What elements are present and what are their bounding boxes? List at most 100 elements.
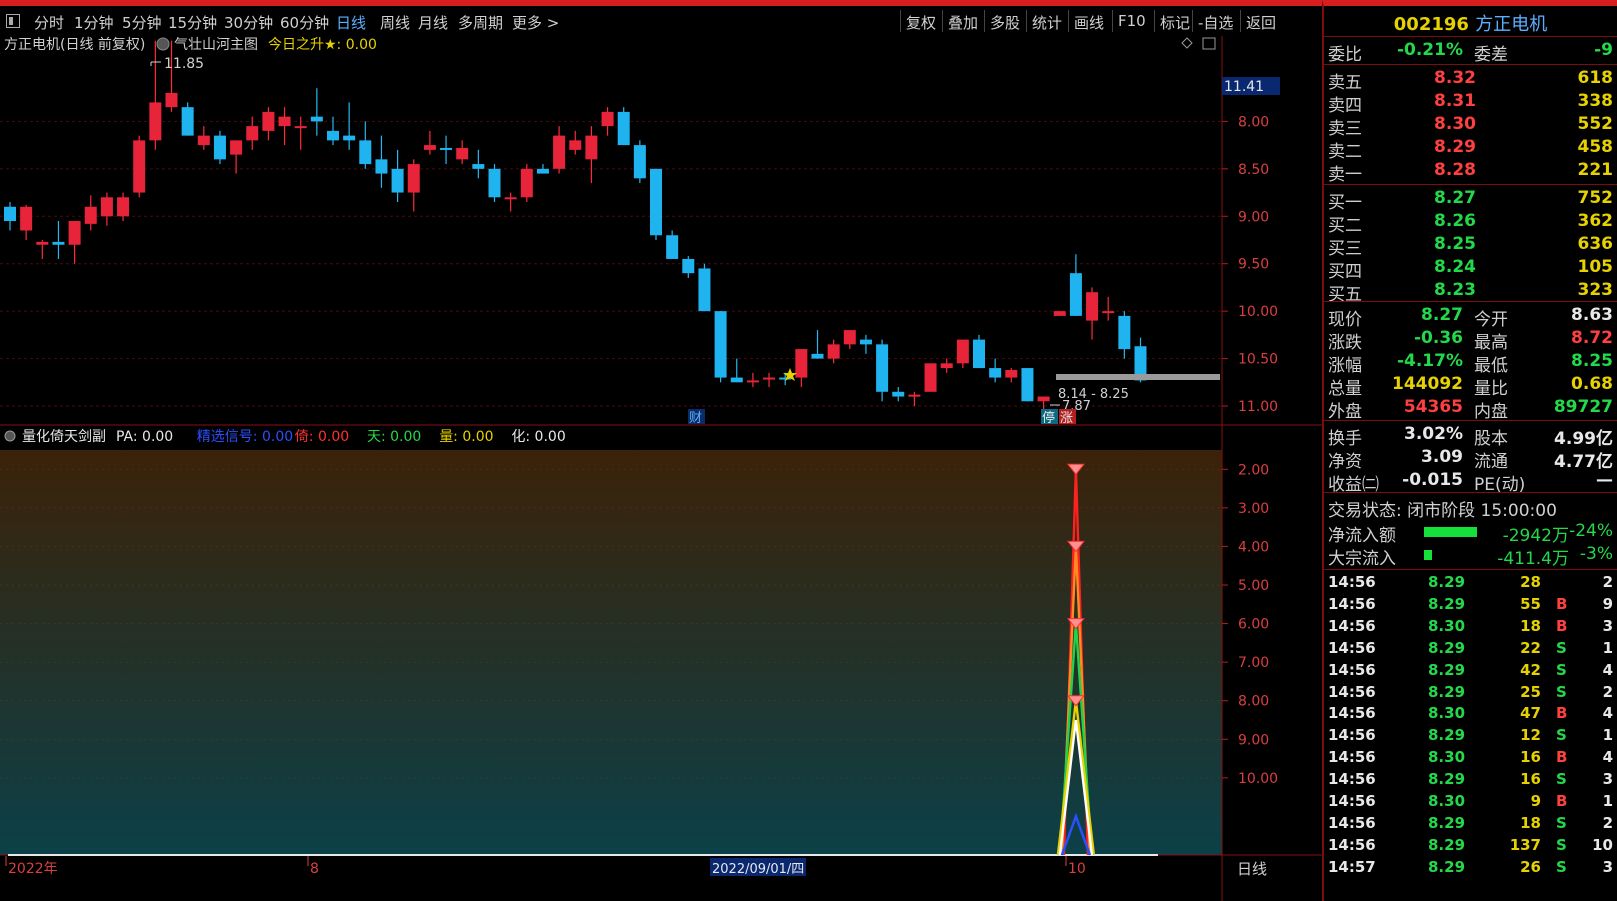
candle-body — [246, 126, 259, 141]
bid-price: 8.26 — [1434, 211, 1476, 231]
trade-status-text: 交易状态: 闭市阶段 15:00:00 — [1328, 501, 1557, 521]
candle-body — [230, 140, 243, 155]
stats-value: 4.99亿 — [1554, 429, 1613, 449]
tick-row: 14:56 8.29 55 B 9 — [1328, 595, 1613, 617]
tick-row: 14:56 8.30 9 B 1 — [1328, 792, 1613, 814]
stats-value: — — [1596, 470, 1613, 490]
sub-value-2: 倚: 0.00 — [295, 429, 349, 445]
period-tab-5[interactable]: 60分钟 — [280, 12, 329, 33]
date-label: 2022年 — [8, 861, 58, 877]
layout-toggle-icon[interactable] — [6, 14, 20, 28]
quote-value: -4.17% — [1396, 351, 1463, 371]
tick-time: 14:56 — [1328, 704, 1376, 723]
period-tab-9[interactable]: 多周期 — [458, 12, 503, 33]
quote-value: 8.63 — [1571, 305, 1613, 325]
candle-body — [1037, 396, 1050, 402]
candle-body — [1102, 311, 1115, 314]
tool-button-8[interactable]: 返回 — [1246, 12, 1276, 33]
ask-price: 8.31 — [1434, 91, 1476, 111]
sub-indicator-name[interactable]: 量化倚天剑副 — [22, 429, 106, 445]
quote-value: -0.36 — [1414, 328, 1463, 348]
candle-body — [795, 349, 808, 378]
quote-label: 内盘 — [1474, 402, 1508, 422]
ask-row: 卖二 8.29 458 — [1328, 137, 1613, 162]
period-tab-8[interactable]: 月线 — [418, 12, 448, 33]
tool-button-5[interactable]: F10 — [1118, 12, 1146, 30]
period-tab-1[interactable]: 1分钟 — [74, 12, 114, 33]
indicator-name[interactable]: 气壮山河主图 — [174, 37, 258, 53]
price-tick-label: 10.50 — [1238, 352, 1278, 368]
stats-row: 收益㈡ -0.015 PE(动) — — [1328, 470, 1613, 495]
tick-volume: 42 — [1520, 660, 1541, 679]
tick-side: S — [1556, 813, 1567, 832]
tool-button-0[interactable]: 复权 — [906, 12, 936, 33]
divider — [1324, 420, 1617, 421]
indicator-toggle-icon[interactable] — [156, 37, 170, 51]
period-tab-10[interactable]: 更多 > — [512, 12, 559, 33]
period-tab-4[interactable]: 30分钟 — [224, 12, 273, 33]
bid-volume: 323 — [1577, 280, 1614, 300]
sub-tick-label: 7.00 — [1238, 655, 1269, 671]
stats-value: 3.02% — [1404, 424, 1463, 444]
ask-volume: 221 — [1577, 160, 1614, 180]
period-tab-3[interactable]: 15分钟 — [168, 12, 217, 33]
candle-body — [262, 111, 275, 131]
candle-body — [536, 168, 549, 174]
tick-count: 10 — [1592, 835, 1613, 854]
candle-body — [133, 140, 146, 193]
ask-price: 8.29 — [1434, 137, 1476, 157]
candle-body — [714, 311, 727, 378]
stock-name: 方正电机 — [1475, 14, 1548, 35]
quote-label: 涨幅 — [1328, 356, 1362, 376]
price-tick-label: 8.00 — [1238, 114, 1269, 130]
candle-body — [456, 147, 469, 160]
candle-body — [36, 241, 49, 245]
candle-body — [359, 140, 372, 165]
period-tab-0[interactable]: 分时 — [34, 12, 64, 33]
ask-row: 卖一 8.28 221 — [1328, 160, 1614, 185]
sub-tick-label: 5.00 — [1238, 578, 1269, 594]
tick-count: 4 — [1602, 704, 1613, 723]
tick-side: B — [1556, 704, 1568, 723]
ting-label: 停 — [1042, 410, 1055, 426]
candle-body — [1053, 311, 1066, 316]
tick-count: 4 — [1602, 748, 1613, 767]
tool-button-3[interactable]: 统计 — [1032, 12, 1062, 33]
flow-row: 大宗流入 -411.4万 -3% — [1328, 544, 1613, 569]
sub-tick-label: 9.00 — [1238, 732, 1269, 748]
tick-time: 14:56 — [1328, 770, 1376, 789]
chart-area[interactable]: 方正电机(日线 前复权) 气壮山河主图 今日之升★: 0.00 11.85 8.… — [0, 36, 1322, 901]
candle-body — [876, 344, 889, 392]
candle-body — [1118, 315, 1131, 350]
tool-button-2[interactable]: 多股 — [990, 12, 1020, 33]
ask-label: 卖四 — [1328, 96, 1362, 116]
candle-body — [504, 197, 517, 200]
period-tab-6[interactable]: 日线 — [336, 12, 366, 33]
sub-value-3: 天: 0.00 — [367, 429, 421, 445]
tick-price: 8.29 — [1428, 726, 1466, 745]
tool-button-1[interactable]: 叠加 — [948, 12, 978, 33]
candle-body — [956, 339, 969, 364]
tool-button-6[interactable]: 标记 — [1160, 12, 1190, 33]
tick-price: 8.30 — [1428, 792, 1466, 810]
quote-row: 涨幅 -4.17% 最低 8.25 — [1328, 351, 1613, 376]
candle-body — [213, 135, 226, 160]
tool-button-4[interactable]: 画线 — [1074, 12, 1104, 33]
period-tab-7[interactable]: 周线 — [380, 12, 410, 33]
tick-side: B — [1556, 792, 1568, 810]
bid-price: 8.25 — [1434, 234, 1476, 254]
sub-indicator-toggle-icon[interactable] — [4, 430, 16, 442]
tick-volume: 137 — [1509, 835, 1541, 854]
toolbar-separator — [942, 10, 943, 32]
candle-body — [165, 92, 178, 108]
tick-count: 3 — [1602, 616, 1613, 635]
tool-button-7[interactable]: -自选 — [1198, 12, 1233, 33]
candle-body — [472, 164, 485, 169]
stats-label: 股本 — [1474, 429, 1508, 449]
candle-body — [908, 394, 921, 397]
price-tick-label: 11.00 — [1238, 399, 1278, 415]
date-label: 2022/09/01/四 — [712, 862, 804, 877]
toolbar-separator — [1068, 10, 1069, 32]
period-tab-2[interactable]: 5分钟 — [122, 12, 162, 33]
quote-label: 量比 — [1474, 379, 1508, 399]
